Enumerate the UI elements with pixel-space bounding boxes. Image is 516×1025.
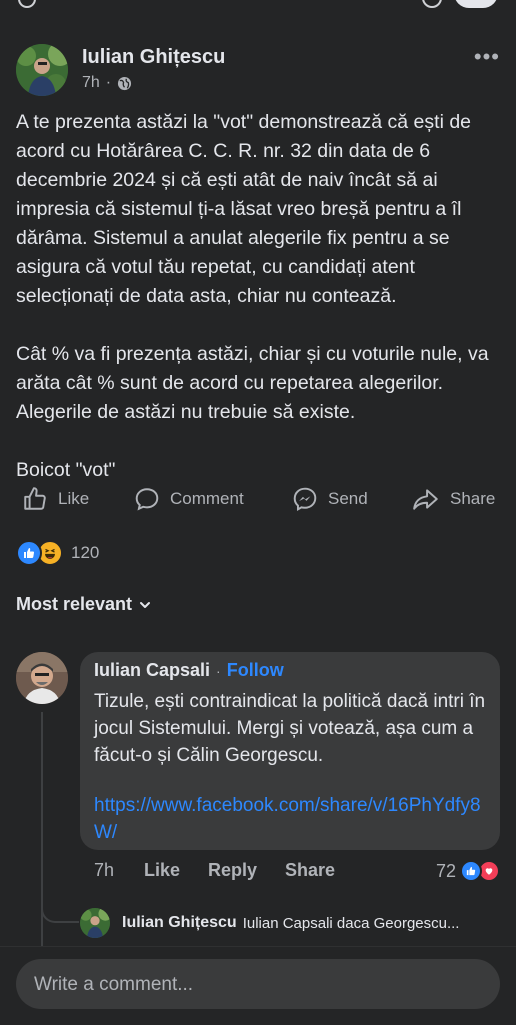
comment-bubble: Iulian Capsali · Follow Tizule, ești con… bbox=[80, 652, 500, 850]
comment-icon bbox=[135, 488, 159, 511]
separator-dot: · bbox=[216, 662, 221, 679]
comment-composer[interactable] bbox=[16, 959, 500, 1011]
post-header: Iulian Ghițescu 7h · ••• bbox=[16, 42, 500, 100]
share-label: Share bbox=[450, 489, 496, 508]
comment-reply-button[interactable]: Reply bbox=[208, 860, 257, 881]
send-label: Send bbox=[328, 489, 368, 508]
sort-label: Most relevant bbox=[16, 594, 133, 614]
comment-input[interactable] bbox=[32, 959, 476, 1011]
thread-connector bbox=[41, 895, 79, 923]
comment-time: 7h bbox=[94, 860, 115, 880]
comment-sort-dropdown[interactable]: Most relevant bbox=[16, 594, 152, 615]
like-icon bbox=[16, 540, 42, 566]
comment-action-bar: 7h Like Reply Share 72 bbox=[94, 860, 500, 886]
comment-link[interactable]: https://www.facebook.com/share/v/16PhYdf… bbox=[94, 792, 486, 846]
like-button[interactable]: Like bbox=[22, 486, 89, 512]
reaction-count: 120 bbox=[71, 543, 100, 562]
more-options-icon[interactable]: ••• bbox=[474, 44, 500, 70]
commenter-avatar[interactable] bbox=[16, 652, 68, 704]
post-paragraph: Cât % va fi prezența astăzi, chiar și cu… bbox=[16, 343, 489, 423]
status-icon bbox=[18, 0, 36, 8]
comment-header: Iulian Capsali · Follow bbox=[94, 660, 284, 681]
messenger-icon bbox=[293, 487, 317, 511]
comment-share-button[interactable]: Share bbox=[285, 860, 335, 881]
commenter-name[interactable]: Iulian Capsali bbox=[94, 660, 210, 681]
search-icon[interactable] bbox=[422, 0, 442, 8]
comment-composer-bar bbox=[0, 946, 516, 1025]
comment-text: Tizule, ești contraindicat la politică d… bbox=[94, 691, 486, 766]
post-action-bar: Like Comment Send Share bbox=[0, 486, 516, 522]
profile-icon[interactable] bbox=[454, 0, 498, 8]
reply-text: Iulian Capsali daca Georgescu... bbox=[242, 914, 460, 932]
comment-reaction-count: 72 bbox=[435, 860, 456, 881]
follow-button[interactable]: Follow bbox=[227, 660, 284, 681]
reactions-summary[interactable]: 120 bbox=[16, 540, 99, 566]
reply-avatar[interactable] bbox=[80, 908, 110, 938]
comment-label: Comment bbox=[170, 489, 244, 508]
like-label: Like bbox=[58, 489, 90, 508]
send-button[interactable]: Send bbox=[292, 486, 368, 512]
post-paragraph: Boicot "vot" bbox=[16, 459, 116, 481]
separator-dot: · bbox=[105, 74, 112, 91]
post-meta: 7h · bbox=[82, 74, 132, 92]
comment-button[interactable]: Comment bbox=[134, 486, 244, 512]
status-bar bbox=[0, 0, 516, 14]
globe-icon bbox=[118, 76, 132, 90]
comment-like-button[interactable]: Like bbox=[144, 860, 180, 881]
thumbs-up-icon bbox=[24, 487, 46, 510]
post-paragraph: A te prezenta astăzi la "vot" demonstrea… bbox=[16, 111, 472, 307]
chevron-down-icon bbox=[140, 601, 151, 608]
like-icon bbox=[460, 860, 482, 882]
share-icon bbox=[413, 489, 438, 510]
post-time[interactable]: 7h bbox=[82, 74, 100, 92]
post-author-name[interactable]: Iulian Ghițescu bbox=[82, 46, 225, 69]
author-avatar[interactable] bbox=[16, 44, 68, 96]
post-body: A te prezenta astăzi la "vot" demonstrea… bbox=[16, 108, 502, 514]
share-button[interactable]: Share bbox=[412, 486, 495, 512]
reply-preview[interactable]: Iulian Ghițescu Iulian Capsali daca Geor… bbox=[80, 906, 510, 940]
reply-author[interactable]: Iulian Ghițescu bbox=[122, 914, 237, 932]
comment-reactions[interactable]: 72 bbox=[436, 860, 500, 882]
